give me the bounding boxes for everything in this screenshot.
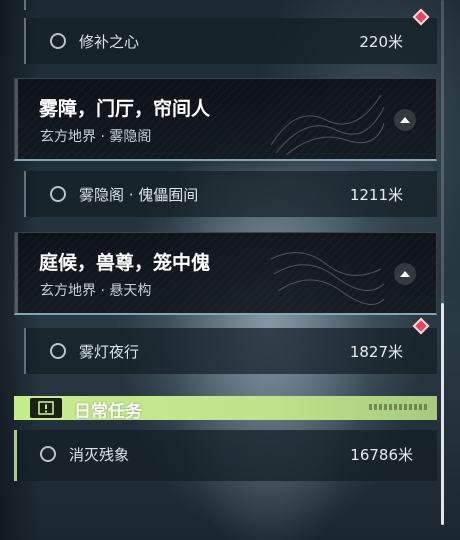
track-button[interactable] [394, 109, 416, 131]
circle-status-icon [50, 186, 66, 202]
subtask-distance: 220米 [359, 33, 403, 51]
track-arrow-icon [400, 117, 410, 123]
quest-card[interactable]: 庭候，兽尊，笼中傀 玄方地界 · 悬天构 [14, 232, 437, 315]
subtask-row[interactable]: 雾灯夜行 1827米 [24, 328, 437, 374]
card-edge [15, 79, 18, 159]
card-edge [15, 233, 18, 313]
subtask-name: 雾灯夜行 [79, 343, 140, 361]
subtask-row[interactable]: 雾隐阁 · 傀儡囿间 1211米 [24, 171, 437, 217]
row-accent-bar [24, 18, 26, 64]
circle-status-icon [50, 33, 66, 49]
daily-task-name: 消灭残象 [69, 446, 130, 464]
daily-header-label: 日常任务 [74, 402, 142, 422]
circle-status-icon [40, 446, 56, 462]
header-decoration [369, 404, 429, 410]
circle-status-icon [50, 343, 66, 359]
subtask-name: 修补之心 [79, 33, 140, 51]
row-accent-bar [24, 328, 26, 374]
daily-task-distance: 16786米 [350, 446, 413, 464]
subtask-distance: 1211米 [349, 186, 403, 204]
quest-location: 玄方地界 · 雾隐阁 [40, 129, 152, 145]
subtask-distance: 1827米 [349, 343, 403, 361]
scrollbar-thumb[interactable] [441, 303, 444, 525]
track-button[interactable] [394, 263, 416, 285]
row-accent-bar [14, 430, 17, 481]
daily-task-row[interactable]: 消灭残象 16786米 [14, 430, 437, 481]
quest-card[interactable]: 雾障，门厅，帘间人 玄方地界 · 雾隐阁 [14, 78, 437, 161]
row-accent-bar [24, 171, 26, 217]
exclamation-icon [30, 398, 62, 418]
subtask-name: 雾隐阁 · 傀儡囿间 [79, 186, 199, 204]
contour-pattern [270, 94, 385, 155]
subtask-row-repair-heart[interactable]: 修补之心 220米 [24, 18, 437, 64]
track-arrow-icon [400, 271, 410, 277]
contour-pattern [270, 252, 385, 305]
list-connector [24, 0, 26, 10]
daily-quests-header[interactable]: 日常任务 [14, 396, 437, 422]
quest-title: 雾障，门厅，帘间人 [39, 98, 211, 120]
quest-title: 庭候，兽尊，笼中傀 [39, 252, 211, 274]
quest-location: 玄方地界 · 悬天构 [40, 283, 152, 299]
